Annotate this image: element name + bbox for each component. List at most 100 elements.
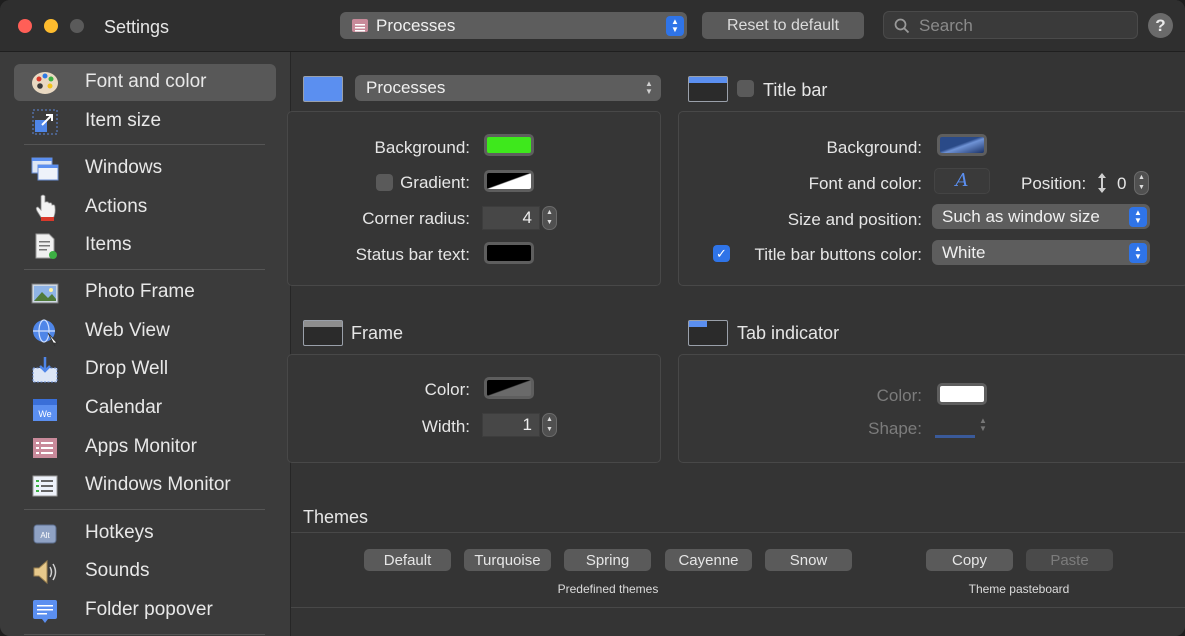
zoom-window-button[interactable]: [70, 19, 84, 33]
frame-width-field[interactable]: 1: [482, 413, 540, 437]
gradient-color-fill: [487, 173, 531, 189]
titlebar-font-button[interactable]: A: [934, 168, 990, 194]
sidebar-item-label: Windows Monitor: [85, 474, 231, 495]
status-bar-text-color-well[interactable]: [484, 242, 534, 264]
size-position-label: Size and position:: [787, 210, 922, 229]
position-stepper[interactable]: ▲ ▼: [1134, 171, 1149, 195]
sidebar-item-windows[interactable]: Windows: [14, 150, 276, 187]
sidebar-item-label: Sounds: [85, 560, 150, 581]
corner-radius-stepper[interactable]: ▲ ▼: [542, 206, 557, 230]
hand-pointer-icon: [35, 194, 56, 221]
frame-width-label: Width:: [421, 417, 470, 436]
sidebar-item-apps-monitor[interactable]: Apps Monitor: [14, 429, 276, 466]
titlebar-background-color-fill: [940, 137, 984, 153]
titlebar-background-color-well[interactable]: [937, 134, 987, 156]
sidebar-item-items[interactable]: Items: [14, 227, 276, 264]
sidebar-item-drop-well[interactable]: Drop Well: [14, 351, 276, 388]
tab-color-fill: [940, 386, 984, 402]
document-icon: [35, 233, 57, 259]
globe-icon: [33, 319, 58, 347]
gradient-color-well[interactable]: [484, 170, 534, 192]
theme-default-button[interactable]: Default: [364, 549, 451, 571]
sidebar-item-sounds[interactable]: Sounds: [14, 553, 276, 590]
title-bar-checkbox[interactable]: [737, 80, 754, 97]
frame-heading: Frame: [351, 323, 404, 343]
help-button[interactable]: ?: [1148, 13, 1173, 38]
titlebar-font-color-label: Font and color:: [808, 174, 922, 193]
photo-icon: [31, 283, 59, 304]
position-label: Position:: [1021, 174, 1087, 193]
frame-width-stepper[interactable]: ▲ ▼: [542, 413, 557, 437]
sidebar-item-label: Item size: [85, 110, 162, 131]
sidebar-separator: [24, 634, 265, 635]
resize-icon: [32, 109, 58, 135]
titlebar-preview-icon: [688, 76, 728, 102]
predefined-themes-caption: Predefined themes: [557, 582, 659, 596]
vertical-arrows-icon: [1098, 173, 1106, 193]
reset-to-default-button[interactable]: Reset to default: [702, 12, 864, 39]
tab-indicator-group: Color: Shape: ▲ ▼: [678, 354, 1185, 463]
theme-spring-button[interactable]: Spring: [564, 549, 651, 571]
corner-radius-field[interactable]: 4: [482, 206, 540, 230]
frame-color-fill: [487, 380, 531, 396]
title-bar-buttons-color-value: White: [942, 242, 986, 262]
theme-copy-button[interactable]: Copy: [926, 549, 1013, 571]
window-appearance-group: Background: Gradient: Corner radius: 4 ▲…: [287, 111, 661, 286]
apps-monitor-icon: [33, 438, 57, 458]
sidebar-item-label: Hotkeys: [85, 522, 154, 543]
theme-turquoise-button[interactable]: Turquoise: [464, 549, 551, 571]
sidebar-item-label: Drop Well: [85, 358, 169, 379]
sidebar-item-label: Windows: [85, 157, 163, 178]
palette-icon: [32, 72, 58, 94]
search-field[interactable]: Search: [883, 11, 1138, 39]
sidebar-item-calendar[interactable]: We Calendar: [14, 390, 276, 427]
window-title: Settings: [104, 17, 170, 37]
tab-shape-select[interactable]: ▲ ▼: [935, 417, 995, 441]
title-bar-buttons-color-checkbox[interactable]: ✓: [713, 245, 730, 262]
frame-color-well[interactable]: [484, 377, 534, 399]
chevron-updown-icon: ▲ ▼: [1129, 206, 1147, 227]
chevron-updown-icon: ▲ ▼: [1129, 242, 1147, 263]
sidebar-item-label: Photo Frame: [85, 281, 195, 302]
status-bar-text-label: Status bar text:: [355, 245, 470, 264]
profile-select-value: Processes: [376, 15, 456, 35]
sidebar-item-item-size[interactable]: Item size: [14, 103, 276, 140]
sidebar-item-folder-popover[interactable]: Folder popover: [14, 592, 276, 629]
sidebar-separator: [24, 269, 265, 270]
svg-text:Alt: Alt: [40, 531, 50, 540]
window-type-select[interactable]: Processes ▲ ▼: [355, 75, 661, 101]
window-preview-icon: [303, 76, 343, 102]
theme-snow-button[interactable]: Snow: [765, 549, 852, 571]
sidebar-item-font-and-color[interactable]: Font and color: [14, 64, 276, 101]
size-position-select[interactable]: Such as window size ▲ ▼: [932, 204, 1150, 229]
sidebar-item-actions[interactable]: Actions: [14, 189, 276, 226]
window-titlebar: Settings Processes ▲ ▼ Reset to default S…: [0, 0, 1185, 52]
background-color-fill: [487, 137, 531, 153]
chevron-updown-icon: ▲ ▼: [979, 416, 987, 433]
sidebar-item-label: Actions: [85, 196, 148, 217]
close-window-button[interactable]: [18, 19, 32, 33]
sidebar-item-hotkeys[interactable]: Alt Hotkeys: [14, 515, 276, 552]
title-bar-heading: Title bar: [763, 80, 828, 100]
background-color-well[interactable]: [484, 134, 534, 156]
sidebar-item-web-view[interactable]: Web View: [14, 313, 276, 350]
chevron-updown-icon: ▲ ▼: [645, 79, 653, 96]
profile-select[interactable]: Processes ▲ ▼: [340, 12, 687, 39]
frame-color-label: Color:: [424, 380, 470, 399]
sidebar-separator: [24, 144, 265, 145]
theme-paste-button[interactable]: Paste: [1026, 549, 1113, 571]
minimize-window-button[interactable]: [44, 19, 58, 33]
search-placeholder: Search: [919, 16, 973, 35]
title-bar-buttons-color-select[interactable]: White ▲ ▼: [932, 240, 1150, 265]
tab-color-well[interactable]: [937, 383, 987, 405]
drop-well-icon: [32, 357, 58, 383]
gradient-checkbox[interactable]: [376, 174, 393, 191]
sidebar-item-windows-monitor[interactable]: Windows Monitor: [14, 467, 276, 504]
sidebar-item-photo-frame[interactable]: Photo Frame: [14, 274, 276, 311]
position-value[interactable]: 0: [1117, 174, 1126, 194]
theme-cayenne-button[interactable]: Cayenne: [665, 549, 752, 571]
chevron-updown-icon: ▲ ▼: [666, 15, 684, 36]
tab-indicator-heading: Tab indicator: [737, 323, 840, 343]
themes-divider: [291, 532, 1185, 533]
corner-radius-label: Corner radius:: [362, 209, 470, 228]
